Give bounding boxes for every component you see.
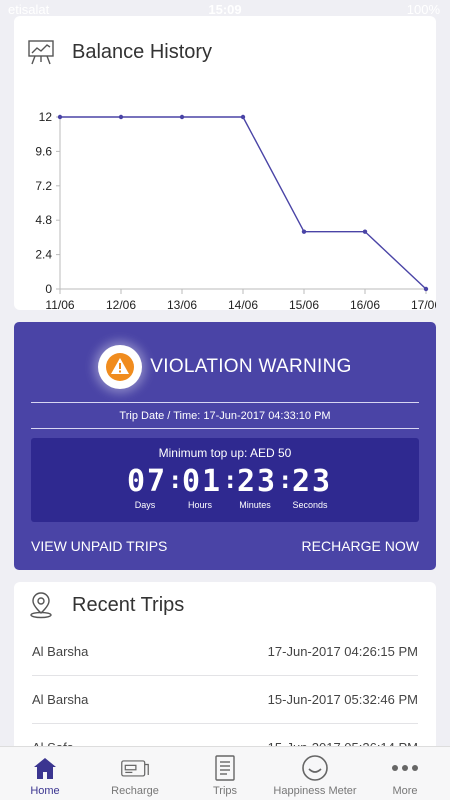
countdown-timer: Minimum top up: AED 50 07 : 01 : 23 : 23…: [31, 438, 419, 522]
battery-label: 100%: [406, 2, 440, 17]
tab-label: Recharge: [111, 785, 159, 797]
trip-datetime: 17-Jun-2017 04:26:15 PM: [267, 644, 418, 659]
data-point: [240, 114, 246, 120]
violation-warning-card: VIOLATION WARNING Trip Date / Time: 17-J…: [14, 322, 436, 570]
countdown-hours: 01: [182, 464, 223, 499]
y-tick-label: 0: [45, 282, 52, 296]
days-label: Days: [134, 500, 156, 510]
minimum-topup: Minimum top up: AED 50: [158, 446, 292, 460]
status-time: 15:09: [208, 2, 242, 17]
data-point: [362, 229, 368, 234]
trip-row[interactable]: Al Barsha 17-Jun-2017 04:26:15 PM: [32, 628, 418, 676]
warning-icon: [98, 345, 143, 389]
balance-history-title: Balance History: [72, 40, 213, 63]
balance-line-chart: 0 2.4 4.8 7.2 9.6 12 11/06 12/06 13/06 14/06 15/06…: [35, 110, 436, 310]
seconds-label: Seconds: [292, 500, 328, 510]
trip-date-time: Trip Date / Time: 17-Jun-2017 04:33:10 P…: [119, 410, 331, 422]
location-pin-icon: [26, 590, 56, 620]
x-tick-label: 16/06: [350, 298, 380, 310]
home-icon: [30, 753, 60, 783]
tab-recharge[interactable]: Recharge: [90, 747, 180, 800]
card-icon: [120, 753, 150, 783]
x-tick-label: 17/06: [411, 298, 436, 310]
trip-place: Al Barsha: [32, 692, 89, 707]
trip-place: Al Barsha: [32, 644, 89, 659]
x-tick-label: 11/06: [45, 298, 74, 310]
countdown-colon: :: [168, 466, 183, 494]
tab-home[interactable]: Home: [0, 747, 90, 800]
tab-label: Happiness Meter: [273, 785, 357, 797]
trip-row[interactable]: Al Barsha 15-Jun-2017 05:32:46 PM: [32, 676, 418, 724]
more-icon: [390, 753, 420, 783]
trip-datetime: 15-Jun-2017 05:32:46 PM: [267, 692, 418, 707]
countdown-colon: :: [278, 466, 293, 494]
tab-label: Trips: [212, 785, 238, 797]
countdown-seconds: 23: [292, 464, 333, 499]
y-tick-label: 9.6: [35, 144, 52, 158]
y-tick-label: 4.8: [35, 213, 52, 227]
tab-more[interactable]: More: [360, 747, 450, 800]
data-point: [301, 229, 307, 234]
y-tick-label: 7.2: [35, 179, 52, 193]
smiley-icon: [300, 753, 330, 783]
tab-trips[interactable]: Trips: [180, 747, 270, 800]
view-unpaid-trips-button[interactable]: VIEW UNPAID TRIPS: [31, 538, 167, 554]
recent-trips-title: Recent Trips: [72, 593, 185, 616]
x-tick-label: 15/06: [289, 298, 319, 310]
minutes-label: Minutes: [239, 500, 271, 510]
tab-happiness-meter[interactable]: Happiness Meter: [270, 747, 360, 800]
data-point: [57, 114, 63, 120]
balance-history-header: Balance History: [14, 16, 436, 88]
countdown-colon: :: [223, 466, 238, 494]
violation-actions: VIEW UNPAID TRIPS RECHARGE NOW: [31, 538, 419, 554]
data-point: [118, 114, 124, 120]
countdown-minutes: 23: [237, 464, 278, 499]
x-tick-label: 14/06: [228, 298, 258, 310]
data-point: [423, 286, 429, 292]
data-point: [179, 114, 185, 120]
divider: [31, 428, 419, 429]
tab-label: More: [392, 785, 418, 797]
y-tick-label: 2.4: [35, 248, 52, 262]
x-tick-label: 13/06: [167, 298, 197, 310]
x-tick-label: 12/06: [106, 298, 136, 310]
balance-history-card: Balance History 0 2.4 4.8 7.2 9.6 12 11/06 12/0…: [14, 16, 436, 310]
divider: [31, 402, 419, 403]
recent-trips-header: Recent Trips: [14, 582, 436, 628]
chart-easel-icon: [26, 37, 56, 67]
countdown-days: 07: [127, 464, 168, 499]
violation-title: VIOLATION WARNING: [150, 356, 352, 377]
series-line: [60, 116, 427, 290]
violation-header: VIOLATION WARNING: [14, 344, 436, 390]
hours-label: Hours: [187, 500, 212, 510]
document-icon: [210, 753, 240, 783]
tab-label: Home: [30, 785, 60, 797]
y-tick-label: 12: [39, 110, 53, 124]
recharge-now-button[interactable]: RECHARGE NOW: [302, 538, 419, 554]
bottom-tab-bar: Home Recharge Trips Happiness Meter More: [0, 746, 450, 800]
